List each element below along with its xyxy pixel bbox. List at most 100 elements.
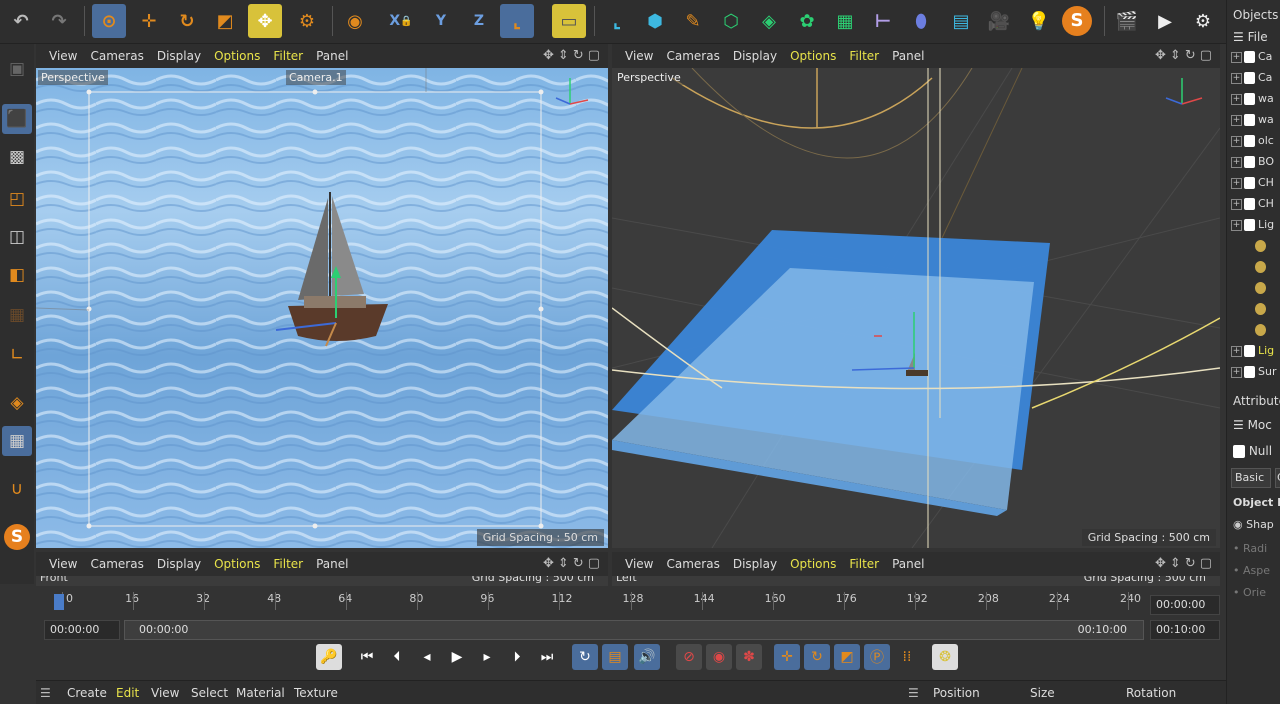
s-plugin-button[interactable]: S [1060, 4, 1094, 38]
move-tool-button[interactable]: ✛ [132, 4, 166, 38]
expand-icon[interactable]: + [1231, 93, 1242, 105]
select-mode-button[interactable]: ◉ [338, 4, 372, 38]
menu-view[interactable]: View [625, 49, 653, 63]
expand-icon[interactable]: + [1231, 177, 1242, 189]
expand-icon[interactable]: + [1231, 198, 1242, 210]
attributes-mode-menu[interactable]: ☰ Moc [1233, 418, 1272, 432]
object-row[interactable] [1231, 239, 1280, 260]
attributes-tab[interactable]: Attributes [1233, 394, 1280, 408]
menu-select[interactable]: Select [191, 686, 228, 700]
menu-panel[interactable]: Panel [316, 557, 348, 571]
shape-row[interactable]: ◉ Shap [1233, 518, 1274, 531]
redo-icon[interactable]: ↷ [42, 4, 76, 38]
recent-tools-button[interactable]: ⚙ [290, 4, 324, 38]
playhead[interactable] [54, 594, 64, 610]
expand-icon[interactable]: + [1231, 345, 1242, 357]
objects-tab[interactable]: Objects [1233, 8, 1278, 22]
coordinate-system-button[interactable]: ⌞ [500, 4, 534, 38]
object-row[interactable]: + olc [1231, 134, 1280, 155]
key-position-button[interactable]: ✛ [774, 644, 800, 670]
key-scale-button[interactable]: ◩ [834, 644, 860, 670]
loop-button[interactable]: ↻ [572, 644, 598, 670]
axis-mode-button[interactable]: ∟ [2, 340, 32, 370]
menu-texture[interactable]: Texture [294, 686, 338, 700]
object-row[interactable]: + Lig [1231, 344, 1280, 365]
tab-coord[interactable]: C [1275, 468, 1280, 488]
record-active-button[interactable]: ⊘ [676, 644, 702, 670]
keyframe-selection-button[interactable]: ✽ [736, 644, 762, 670]
next-frame-button[interactable]: ▸ [474, 644, 500, 670]
objects-file-menu[interactable]: ☰ File [1233, 30, 1268, 44]
viewport-nav-icons[interactable]: ✥⇕↻▢ [1155, 48, 1216, 63]
menu-display[interactable]: Display [157, 557, 201, 571]
menu-cameras[interactable]: Cameras [90, 49, 143, 63]
deformer-button[interactable]: ⊢ [866, 4, 900, 38]
object-row[interactable]: + CH [1231, 197, 1280, 218]
menu-options[interactable]: Options [790, 557, 836, 571]
model-mode-button[interactable]: ⬛ [2, 104, 32, 134]
previous-key-button[interactable]: ⏴ [384, 644, 410, 670]
previous-frame-button[interactable]: ◂ [414, 644, 440, 670]
menu-cameras[interactable]: Cameras [90, 557, 143, 571]
menu-view[interactable]: View [49, 49, 77, 63]
extrude-button[interactable]: ◈ [752, 4, 786, 38]
object-row[interactable] [1231, 260, 1280, 281]
menu-cameras[interactable]: Cameras [666, 557, 719, 571]
menu-options[interactable]: Options [790, 49, 836, 63]
hamburger-icon[interactable]: ☰ [40, 686, 51, 700]
hamburger-icon[interactable]: ☰ [908, 686, 919, 700]
object-row[interactable]: + wa [1231, 113, 1280, 134]
menu-display[interactable]: Display [733, 49, 777, 63]
object-row[interactable]: + Ca [1231, 50, 1280, 71]
mograph-button[interactable]: ▦ [828, 4, 862, 38]
transform-tool-button[interactable]: ✥ [248, 4, 282, 38]
autokey-button[interactable]: ◉ [706, 644, 732, 670]
object-row[interactable]: + BO [1231, 155, 1280, 176]
expand-icon[interactable]: + [1231, 72, 1242, 84]
field-button[interactable]: ⬮ [904, 4, 938, 38]
viewport-front[interactable]: Front Grid Spacing : 500 cm [36, 576, 608, 586]
next-key-button[interactable]: ⏵ [504, 644, 530, 670]
film-button[interactable]: ▤ [602, 644, 628, 670]
edges-mode-button[interactable]: ◫ [2, 222, 32, 252]
viewport-left[interactable]: Left Grid Spacing : 500 cm [612, 576, 1220, 586]
render-region-button[interactable]: 🎬 [1110, 4, 1144, 38]
undo-icon[interactable]: ↶ [4, 4, 38, 38]
menu-cameras[interactable]: Cameras [666, 49, 719, 63]
points-mode-button[interactable]: ◰ [2, 184, 32, 214]
sound-button[interactable]: 🔊 [634, 644, 660, 670]
go-to-start-button[interactable]: ⏮ [354, 644, 380, 670]
tab-basic[interactable]: Basic [1231, 468, 1271, 488]
timeline-ruler[interactable]: 0 16 32 48 64 80 96 112 128 144 160 176 192 208 224 240 [36, 588, 1146, 614]
render-settings-button[interactable]: ⚙ [1186, 4, 1220, 38]
radius-row[interactable]: • Radi [1233, 542, 1267, 555]
camera-button[interactable]: 🎥 [982, 4, 1016, 38]
current-time-field[interactable]: 00:00:00 [1150, 595, 1220, 615]
menu-filter[interactable]: Filter [849, 557, 879, 571]
rotate-tool-button[interactable]: ↻ [170, 4, 204, 38]
play-button[interactable]: ▶ [444, 644, 470, 670]
expand-icon[interactable]: + [1231, 219, 1242, 231]
y-axis-lock-button[interactable]: Y [424, 4, 458, 38]
expand-icon[interactable]: + [1231, 366, 1242, 378]
menu-edit[interactable]: Edit [116, 686, 139, 700]
key-pla-button[interactable]: ⁞⁞ [894, 644, 920, 670]
render-to-picture-viewer-button[interactable]: ▶ [1148, 4, 1182, 38]
uv-mode-button[interactable]: ▦ [2, 300, 32, 330]
object-row[interactable]: + wa [1231, 92, 1280, 113]
key-parameter-button[interactable]: Ⓟ [864, 644, 890, 670]
z-axis-lock-button[interactable]: Z [462, 4, 496, 38]
end-time-field[interactable]: 00:10:00 [1150, 620, 1220, 640]
workplane-button[interactable]: ◈ [2, 388, 32, 418]
cube-button[interactable]: ⬢ [638, 4, 672, 38]
polygons-mode-button[interactable]: ◧ [2, 260, 32, 290]
go-to-end-button[interactable]: ⏭ [534, 644, 560, 670]
viewport-perspective-editor[interactable]: Perspective Grid Spacing : 500 cm [612, 68, 1220, 548]
scheme-button[interactable]: ❂ [932, 644, 958, 670]
floor-button[interactable]: ▤ [944, 4, 978, 38]
live-selection-button[interactable]: ⊙ [92, 4, 126, 38]
light-button[interactable]: 💡 [1022, 4, 1056, 38]
null-object-button[interactable]: ⌞ [600, 4, 634, 38]
menu-options[interactable]: Options [214, 49, 260, 63]
subdivision-button[interactable]: ⬡ [714, 4, 748, 38]
